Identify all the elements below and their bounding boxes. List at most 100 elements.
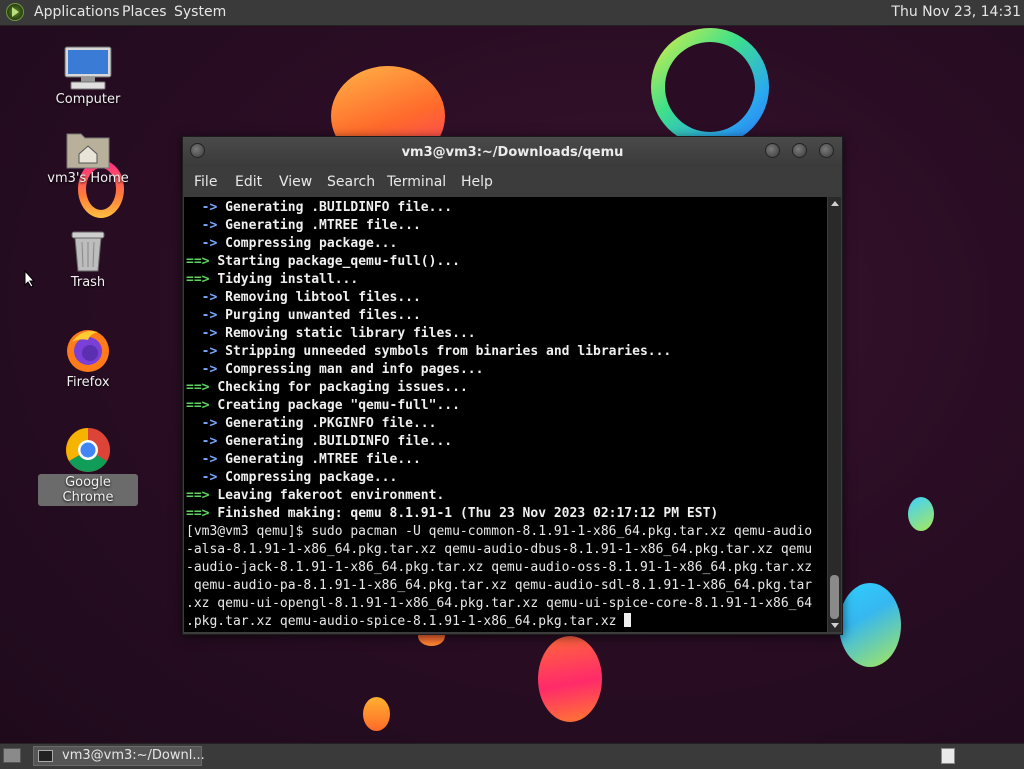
line-prefix: ==> [186,272,218,287]
firefox-icon [64,326,112,374]
terminal-line: -> Generating .MTREE file... [186,217,812,235]
terminal-lines: -> Generating .BUILDINFO file... -> Gene… [186,199,812,631]
terminal-line: -> Compressing package... [186,235,812,253]
line-prefix: -> [186,326,226,341]
menu-search[interactable]: Search [327,174,375,190]
menu-places[interactable]: Places [122,4,167,20]
line-text: Finished making: qemu 8.1.91-1 (Thu 23 N… [217,506,719,521]
scroll-up-arrow-icon[interactable] [831,201,839,206]
line-text: Creating package "qemu-full"... [217,398,460,413]
computer-icon [63,45,113,91]
wallpaper-small-bubble [908,497,934,531]
terminal-line: -> Purging unwanted files... [186,307,812,325]
menu-help[interactable]: Help [461,174,493,190]
line-prefix: ==> [186,380,218,395]
terminal-scrollbar[interactable] [828,197,841,632]
line-prefix: -> [186,416,226,431]
bottom-panel: vm3@vm3:~/Downl... [0,743,1024,769]
desktop-icon-label: Firefox [66,375,110,390]
terminal-line: ==> Starting package_qemu-full()... [186,253,812,271]
terminal-line: -> Removing libtool files... [186,289,812,307]
terminal-line: -> Generating .BUILDINFO file... [186,199,812,217]
line-prefix: -> [186,218,226,233]
menu-system[interactable]: System [174,4,226,20]
taskbar-item-terminal[interactable]: vm3@vm3:~/Downl... [33,746,205,766]
desktop-icon-chrome[interactable]: Google Chrome [38,426,138,506]
minimize-button[interactable] [765,143,780,158]
line-text: Compressing package... [225,236,398,251]
panel-clock[interactable]: Thu Nov 23, 14:31 [891,4,1021,20]
workspace-switcher[interactable] [941,748,955,764]
terminal-line: ==> Finished making: qemu 8.1.91-1 (Thu … [186,505,812,523]
line-text: Generating .BUILDINFO file... [225,200,453,215]
terminal-icon [38,750,53,762]
terminal-line: -> Generating .BUILDINFO file... [186,433,812,451]
command-line: -audio-jack-8.1.91-1-x86_64.pkg.tar.xz q… [186,560,813,575]
desktop-icon-home[interactable]: vm3's Home [38,128,138,187]
terminal-line: -> Stripping unneeded symbols from binar… [186,343,812,361]
line-prefix: -> [186,200,226,215]
line-text: Generating .MTREE file... [225,452,421,467]
terminal-line: -> Compressing man and info pages... [186,361,812,379]
desktop-icon-label: Google Chrome [38,474,138,506]
line-prefix: -> [186,236,226,251]
line-text: Starting package_qemu-full()... [217,254,460,269]
desktop-icon-label: vm3's Home [47,171,129,186]
terminal-line: -> Generating .MTREE file... [186,451,812,469]
applications-logo-icon[interactable] [6,3,24,21]
line-text: Leaving fakeroot environment. [217,488,445,503]
terminal-menubar: File Edit View Search Terminal Help [183,167,842,197]
line-text: Removing libtool files... [225,290,421,305]
text-cursor [624,613,632,627]
line-text: Generating .MTREE file... [225,218,421,233]
line-prefix: -> [186,344,226,359]
terminal-line: ==> Tidying install... [186,271,812,289]
line-text: Compressing package... [225,470,398,485]
wallpaper-ring-shape [651,28,769,146]
line-prefix: -> [186,362,226,377]
terminal-window[interactable]: vm3@vm3:~/Downloads/qemu File Edit View … [182,136,843,635]
scrollbar-thumb[interactable] [830,575,839,619]
desktop-icon-label: Computer [55,92,121,107]
command-line: qemu-audio-pa-8.1.91-1-x86_64.pkg.tar.xz… [186,578,813,593]
desktop-icon-label: Trash [70,275,106,290]
terminal-line: ==> Checking for packaging issues... [186,379,812,397]
terminal-line: -> Removing static library files... [186,325,812,343]
line-prefix: -> [186,308,226,323]
menu-edit[interactable]: Edit [235,174,262,190]
command-line: .pkg.tar.xz qemu-audio-spice-8.1.91-1-x8… [186,613,812,631]
show-desktop-icon[interactable] [3,748,21,763]
desktop-icon-trash[interactable]: Trash [38,228,138,291]
menu-applications[interactable]: Applications [34,4,120,20]
desktop-icon-firefox[interactable]: Firefox [38,326,138,391]
line-text: Removing static library files... [225,326,476,341]
maximize-button[interactable] [792,143,807,158]
menu-file[interactable]: File [194,174,217,190]
desktop-icon-computer[interactable]: Computer [38,45,138,108]
line-prefix: ==> [186,488,218,503]
home-folder-icon [65,128,111,170]
menu-terminal[interactable]: Terminal [387,174,446,190]
line-text: Stripping unneeded symbols from binaries… [225,344,672,359]
trash-icon [68,228,108,274]
menu-view[interactable]: View [279,174,312,190]
command-line: -alsa-8.1.91-1-x86_64.pkg.tar.xz qemu-au… [186,542,813,557]
wallpaper-blue-bubble [839,583,901,667]
close-button[interactable] [819,143,834,158]
command-line: .xz qemu-ui-opengl-8.1.91-1-x86_64.pkg.t… [186,596,813,611]
line-text: Compressing man and info pages... [225,362,484,377]
terminal-output[interactable]: -> Generating .BUILDINFO file... -> Gene… [184,197,827,632]
line-prefix: ==> [186,506,218,521]
line-text: Purging unwanted files... [225,308,421,323]
line-prefix: ==> [186,254,218,269]
line-text: Tidying install... [217,272,359,287]
scroll-down-arrow-icon[interactable] [831,623,839,628]
window-titlebar[interactable]: vm3@vm3:~/Downloads/qemu [183,137,842,167]
terminal-line: ==> Leaving fakeroot environment. [186,487,812,505]
line-text: Checking for packaging issues... [217,380,468,395]
command-line: [vm3@vm3 qemu]$ sudo pacman -U qemu-comm… [186,524,813,539]
line-prefix: ==> [186,398,218,413]
line-text: Generating .BUILDINFO file... [225,434,453,449]
window-title: vm3@vm3:~/Downloads/qemu [401,145,624,160]
wallpaper-small-orange-bubble [363,697,390,731]
